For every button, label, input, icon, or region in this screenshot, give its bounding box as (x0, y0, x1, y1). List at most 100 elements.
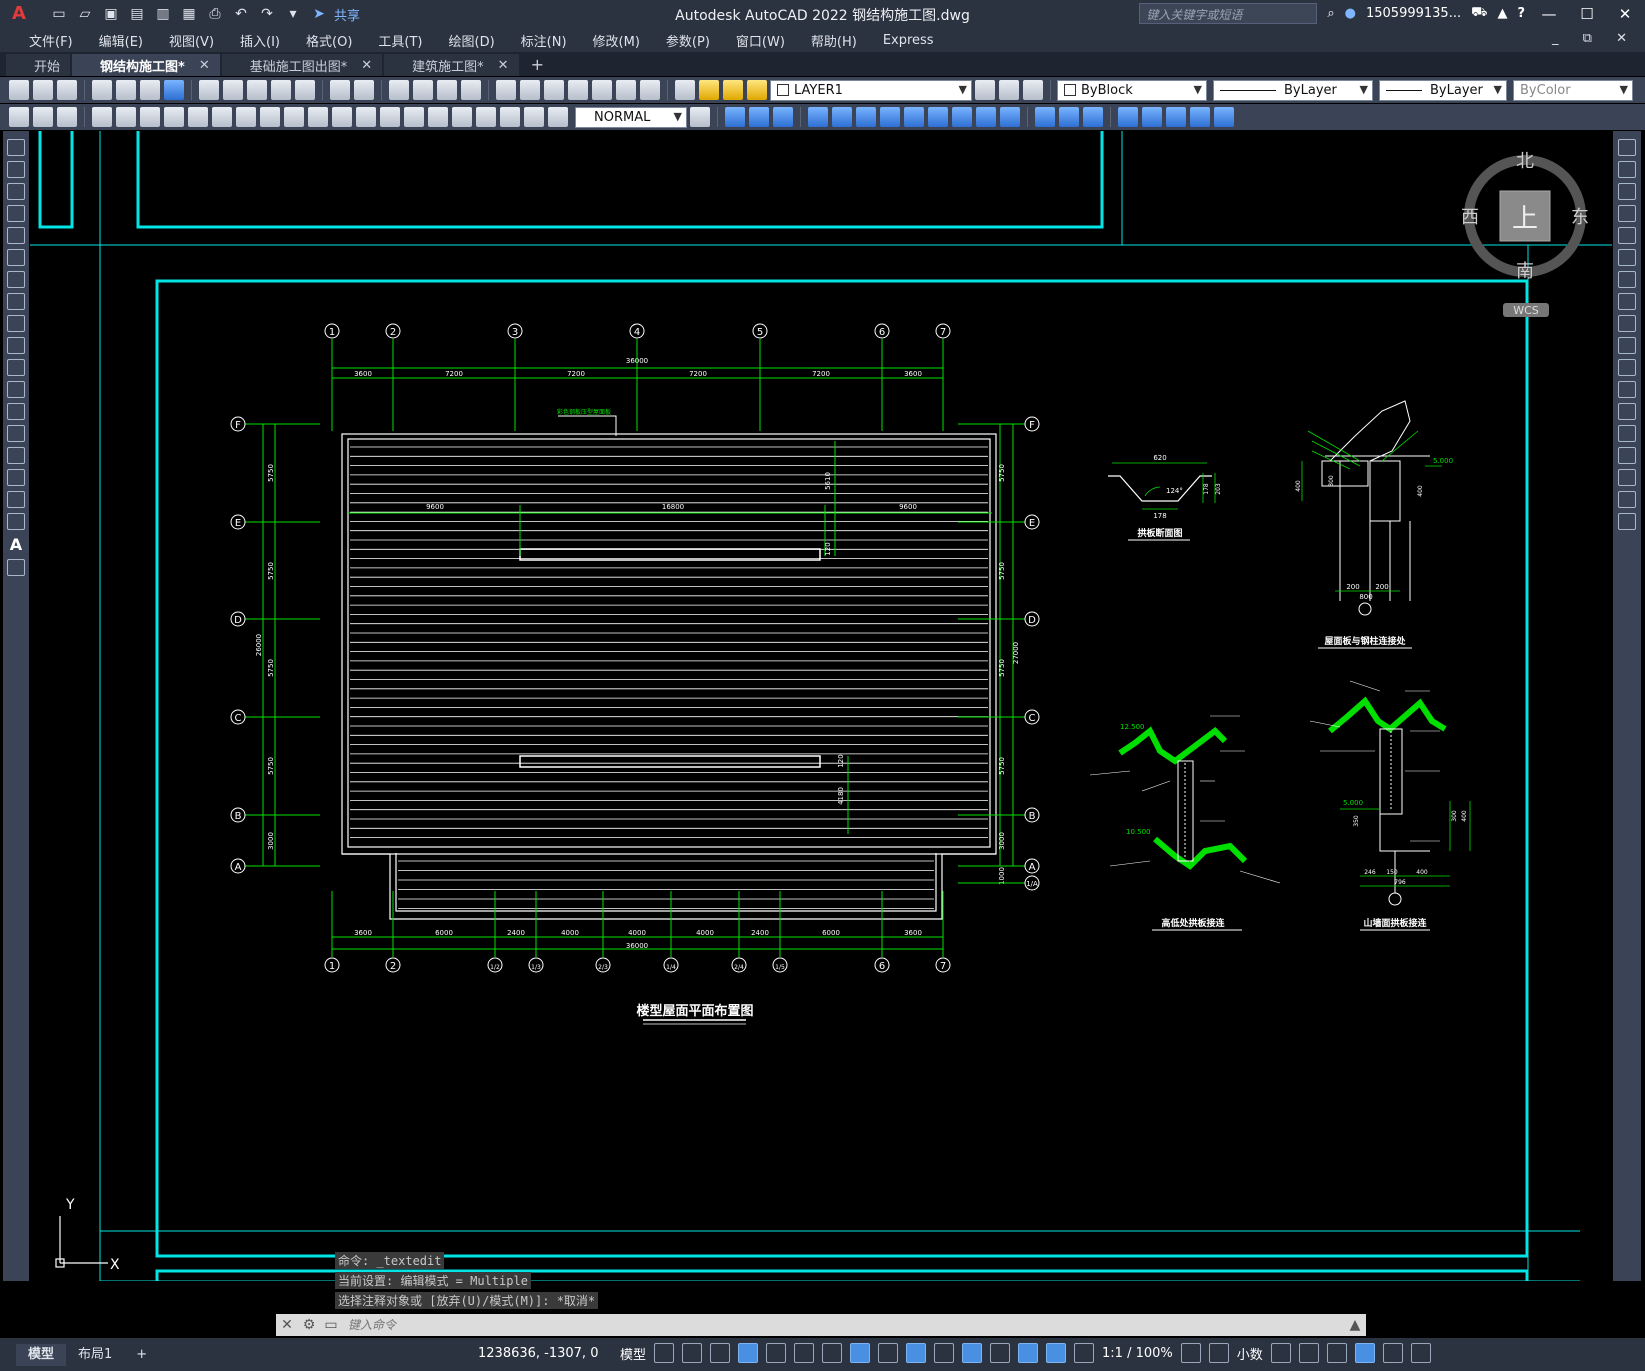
cut-icon[interactable] (199, 80, 219, 100)
join-icon[interactable] (1618, 425, 1636, 442)
customize-icon[interactable]: ▾ (282, 3, 304, 25)
user-icon[interactable]: ● (1345, 6, 1356, 21)
color-dropdown[interactable]: ByBlock ▼ (1057, 79, 1207, 101)
dim-space-icon[interactable] (356, 107, 376, 127)
maximize-button[interactable]: ☐ (1573, 5, 1601, 23)
stretch-icon[interactable] (928, 107, 948, 127)
dim-text-edit-icon[interactable] (524, 107, 544, 127)
move-icon[interactable] (856, 107, 876, 127)
document-window-controls[interactable]: _ ⧉ ✕ (1552, 31, 1637, 46)
break-icon[interactable] (1000, 107, 1020, 127)
tab-start[interactable]: 开始 (6, 54, 71, 76)
viewcube-north[interactable]: 北 (1516, 151, 1534, 172)
array-icon[interactable] (1618, 227, 1636, 244)
share-button[interactable]: 共享 (334, 5, 360, 24)
tab-model[interactable]: 模型 (16, 1343, 67, 1366)
menu-parametric[interactable]: 参数(P) (653, 31, 723, 50)
cart-icon[interactable]: ⛟ (1471, 5, 1487, 22)
transparency-icon[interactable] (906, 1343, 927, 1363)
construction-line-icon[interactable] (7, 161, 25, 178)
menu-window[interactable]: 窗口(W) (723, 31, 798, 50)
chevron-up-icon[interactable]: ▲ (1344, 1317, 1366, 1333)
web-icon[interactable] (164, 80, 184, 100)
export-icon[interactable]: ▦ (178, 3, 200, 25)
offset-icon[interactable] (1618, 205, 1636, 222)
inspection-icon[interactable] (452, 107, 472, 127)
viewcube-east[interactable]: 东 (1571, 207, 1589, 228)
layer-thaw-icon[interactable] (723, 80, 743, 100)
add-tab-button[interactable]: + (521, 54, 554, 76)
menu-view[interactable]: 视图(V) (156, 31, 227, 50)
tab-architecture[interactable]: 建筑施工图* ✕ (384, 54, 519, 76)
open-icon[interactable] (33, 80, 53, 100)
help-icon[interactable] (640, 80, 660, 100)
erase-icon[interactable] (725, 107, 745, 127)
save-as-icon[interactable]: ▤ (126, 3, 148, 25)
dynamic-ucs-icon[interactable] (990, 1343, 1011, 1363)
move-icon[interactable] (1618, 249, 1636, 266)
import-icon[interactable]: ▥ (152, 3, 174, 25)
dim-break-icon[interactable] (380, 107, 400, 127)
sheet-set-icon[interactable] (568, 80, 588, 100)
viewcube[interactable]: 上 北 南 东 西 WCS (1461, 151, 1589, 317)
hardware-acceleration-icon[interactable] (1354, 1343, 1375, 1363)
ellipse-arc-icon[interactable] (7, 359, 25, 376)
close-icon[interactable]: ✕ (199, 58, 210, 73)
linear-dim-icon[interactable] (92, 107, 112, 127)
chamfer-icon[interactable] (1618, 447, 1636, 464)
rotate-icon[interactable] (1618, 271, 1636, 288)
dim-edit-icon[interactable] (500, 107, 520, 127)
help-button[interactable]: ? (1517, 6, 1525, 21)
grid-icon[interactable] (654, 1343, 675, 1363)
extend-icon[interactable] (1618, 359, 1636, 376)
ellipse-icon[interactable] (7, 337, 25, 354)
save-icon[interactable]: ▣ (100, 3, 122, 25)
make-block-icon[interactable] (7, 403, 25, 420)
recent-commands-icon[interactable]: ▭ (320, 1317, 342, 1333)
clean-screen-icon[interactable] (1382, 1343, 1403, 1363)
annotation-visibility-icon[interactable] (1046, 1343, 1067, 1363)
selection-cycling-icon[interactable] (934, 1343, 955, 1363)
drawing-canvas[interactable]: 上 北 南 东 西 WCS 9600 16800 9600 5610 120 1… (30, 131, 1612, 1282)
layer-dropdown[interactable]: LAYER1 ▼ (770, 79, 972, 101)
text-style-icon[interactable] (9, 107, 29, 127)
plot-icon[interactable] (92, 80, 112, 100)
calculator-icon[interactable] (616, 80, 636, 100)
menu-help[interactable]: 帮助(H) (798, 31, 870, 50)
quick-dim-icon[interactable] (284, 107, 304, 127)
gradient-icon[interactable] (7, 469, 25, 486)
line-icon[interactable] (7, 139, 25, 156)
tab-steel-structure[interactable]: 钢结构施工图* ✕ (72, 54, 220, 76)
multiline-text-icon[interactable]: A (10, 535, 22, 554)
baseline-dim-icon[interactable] (308, 107, 328, 127)
print-icon[interactable]: ⎙ (204, 3, 226, 25)
isodraft-icon[interactable] (794, 1343, 815, 1363)
dim-override-icon[interactable] (690, 107, 710, 127)
center-mark-icon[interactable] (428, 107, 448, 127)
polar-icon[interactable] (766, 1343, 787, 1363)
tab-layout1[interactable]: 布局1 (66, 1344, 124, 1366)
lineweight-icon[interactable] (878, 1343, 899, 1363)
command-input[interactable] (342, 1314, 1344, 1336)
customize-icon[interactable]: ⚙ (298, 1317, 320, 1333)
redo-icon[interactable] (354, 80, 374, 100)
close-icon[interactable]: ✕ (498, 58, 509, 73)
layer-state-icon[interactable] (1023, 80, 1043, 100)
mirror-icon[interactable] (1618, 183, 1636, 200)
break-icon[interactable] (1618, 403, 1636, 420)
point-icon[interactable] (7, 425, 25, 442)
dim-style-icon[interactable] (33, 107, 53, 127)
zoom-realtime-icon[interactable] (413, 80, 433, 100)
layer-properties-icon[interactable] (675, 80, 695, 100)
block-editor-icon[interactable] (295, 80, 315, 100)
annotation-scale[interactable]: 1:1 / 100% (1102, 1346, 1173, 1361)
mirror-icon[interactable] (773, 107, 793, 127)
menu-file[interactable]: 文件(F) (16, 31, 86, 50)
polyline-icon[interactable] (7, 183, 25, 200)
linetype-dropdown[interactable]: ByLayer ▼ (1213, 79, 1373, 101)
search-icon[interactable]: ⌕ (1327, 6, 1334, 21)
markup-icon[interactable] (592, 80, 612, 100)
angular-dim-icon[interactable] (260, 107, 280, 127)
plot-preview-icon[interactable] (116, 80, 136, 100)
copy-object-icon[interactable] (749, 107, 769, 127)
